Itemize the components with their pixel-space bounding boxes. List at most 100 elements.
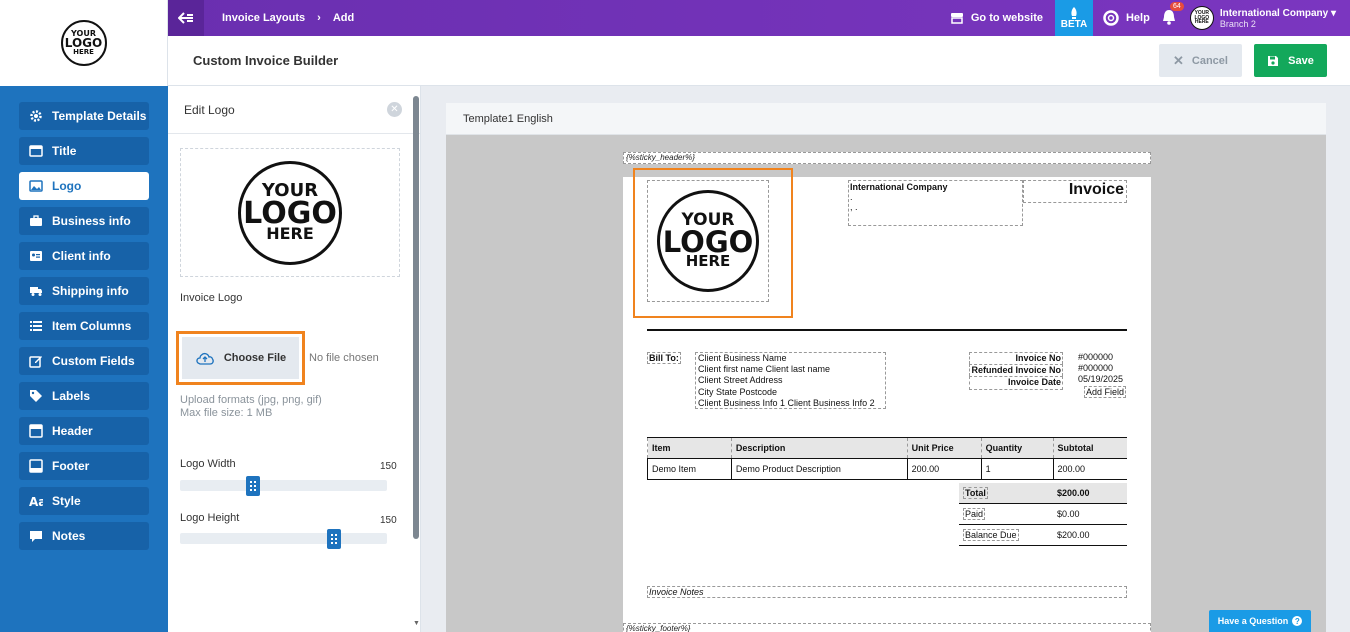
sticky-footer-placeholder[interactable]: {%sticky_footer%} xyxy=(623,623,1151,632)
totals-label[interactable]: Total xyxy=(959,487,1057,499)
save-button[interactable]: Save xyxy=(1254,44,1327,77)
invoice-meta-labels[interactable]: Invoice No Refunded Invoice No Invoice Dat… xyxy=(969,352,1063,390)
logo-width-slider[interactable] xyxy=(180,476,387,496)
close-panel-icon[interactable]: ✕ xyxy=(387,102,402,117)
logo-height-handle[interactable] xyxy=(326,529,341,549)
notification-count: 64 xyxy=(1170,1,1184,11)
meta-label[interactable]: Invoice No xyxy=(969,352,1063,365)
brand-logo-area[interactable]: YOUR LOGO HERE xyxy=(0,0,168,86)
column-header-quantity[interactable]: Quantity xyxy=(980,437,1054,459)
sidebar-item-style[interactable]: Aa Style xyxy=(19,487,149,515)
column-header-description[interactable]: Description xyxy=(730,437,908,459)
table-row: Demo Item Demo Product Description 200.00 1… xyxy=(647,458,1127,480)
invoice-logo[interactable]: YOUR LOGO HERE xyxy=(647,180,769,302)
no-file-text: No file chosen xyxy=(309,352,379,364)
totals-label[interactable]: Balance Due xyxy=(959,529,1057,541)
sidebar-item-business-info[interactable]: Business info xyxy=(19,207,149,235)
totals-value: $0.00 xyxy=(1057,509,1080,519)
logo-height-value: 150 xyxy=(380,515,397,526)
logo-preview: YOUR LOGO HERE xyxy=(180,148,400,277)
bill-to-label[interactable]: Bill To: xyxy=(647,352,681,364)
go-to-website-link[interactable]: Go to website xyxy=(950,12,1043,24)
sidebar-item-logo[interactable]: Logo xyxy=(19,172,149,200)
choose-file-button[interactable]: Choose File xyxy=(182,337,299,379)
bell-icon xyxy=(1162,9,1175,25)
sidebar-item-label: Business info xyxy=(52,214,131,228)
sidebar-item-header[interactable]: Header xyxy=(19,417,149,445)
sidebar-item-label: Item Columns xyxy=(52,319,132,333)
sidebar-item-shipping-info[interactable]: Shipping info xyxy=(19,277,149,305)
question-icon: ? xyxy=(1292,616,1303,626)
totals-block: Total $200.00 Paid $0.00 Balance Due $200.00 xyxy=(959,483,1127,546)
logo-height-label: Logo Height xyxy=(180,512,240,524)
company-switcher[interactable]: YOUR LOGO HERE International Company ▾ B… xyxy=(1189,6,1336,30)
beta-badge[interactable]: BETA xyxy=(1054,0,1093,36)
invoice-notes[interactable]: Invoice Notes xyxy=(647,586,1127,598)
back-arrow-icon xyxy=(178,12,193,24)
table-cell: Demo Product Description xyxy=(730,458,908,480)
meta-label[interactable]: Invoice Date xyxy=(969,376,1063,390)
template-name: Template1 English xyxy=(446,103,1326,135)
back-button[interactable] xyxy=(168,0,204,36)
sidebar-item-label: Style xyxy=(52,494,81,508)
column-header-item[interactable]: Item xyxy=(647,437,732,459)
invoice-paper: YOUR LOGO HERE International Company . ,… xyxy=(623,168,1151,632)
rocket-icon xyxy=(1071,6,1077,19)
notifications-button[interactable]: 64 xyxy=(1162,1,1184,28)
scroll-down-icon[interactable]: ▼ xyxy=(413,620,420,627)
table-cell: 200.00 xyxy=(1052,458,1127,480)
sticky-header-placeholder[interactable]: {%sticky_header%} xyxy=(623,152,1151,164)
invoice-logo-image: YOUR LOGO HERE xyxy=(657,190,759,292)
panel-scrollbar[interactable] xyxy=(413,96,419,539)
lifebuoy-icon xyxy=(1103,10,1119,26)
invoice-preview: Template1 English {%sticky_header%} YOUR… xyxy=(446,103,1326,632)
page-header: Custom Invoice Builder ✕ Cancel Save xyxy=(168,36,1350,86)
invoice-title[interactable]: Invoice xyxy=(1023,180,1127,203)
sidebar-item-client-info[interactable]: Client info xyxy=(19,242,149,270)
edit-logo-panel: Edit Logo ✕ YOUR LOGO HERE Invoice Logo … xyxy=(168,86,421,632)
client-line: City State Postcode xyxy=(698,386,778,397)
company-name: International Company ▾ xyxy=(1219,7,1336,19)
sidebar-item-label: Footer xyxy=(52,459,90,473)
header-icon xyxy=(28,424,44,438)
cancel-button[interactable]: ✕ Cancel xyxy=(1159,44,1242,77)
column-header-subtotal[interactable]: Subtotal xyxy=(1052,437,1127,459)
invoice-business-info[interactable]: International Company . , . xyxy=(848,180,1023,226)
have-a-question-button[interactable]: Have a Question ? xyxy=(1209,610,1311,632)
sidebar-item-label: Logo xyxy=(52,179,82,193)
choose-file-highlight: Choose File xyxy=(176,331,305,385)
edit-panel-title: Edit Logo xyxy=(168,86,420,134)
sidebar-item-labels[interactable]: Labels xyxy=(19,382,149,410)
totals-row: Total $200.00 xyxy=(959,483,1127,504)
logo-width-handle[interactable] xyxy=(245,476,260,496)
sidebar-item-footer[interactable]: Footer xyxy=(19,452,149,480)
upload-hint: Upload formats (jpg, png, gif) Max file … xyxy=(180,394,322,419)
client-line: Client Business Name xyxy=(698,353,787,363)
add-field-link[interactable]: Add Field xyxy=(1084,386,1127,398)
client-info[interactable]: Client Business Name Client first name Cl… xyxy=(695,352,886,409)
sidebar-item-item-columns[interactable]: Item Columns xyxy=(19,312,149,340)
meta-value: #000000 xyxy=(1078,363,1114,374)
meta-value: 05/19/2025 xyxy=(1078,374,1124,385)
column-header-unit-price[interactable]: Unit Price xyxy=(906,437,982,459)
breadcrumb-invoice-layouts[interactable]: Invoice Layouts xyxy=(222,12,305,24)
logo-width-value: 150 xyxy=(380,461,397,472)
logo-height-slider[interactable] xyxy=(180,529,387,549)
gear-icon xyxy=(28,109,44,123)
meta-label[interactable]: Refunded Invoice No xyxy=(969,364,1063,377)
store-icon xyxy=(950,13,963,24)
client-line: Client Business Info 1 Client Business I… xyxy=(698,397,875,408)
table-cell: Demo Item xyxy=(647,458,732,480)
svg-text:Aa: Aa xyxy=(29,495,43,508)
tag-icon xyxy=(28,389,44,403)
totals-label[interactable]: Paid xyxy=(959,508,1057,520)
totals-row: Balance Due $200.00 xyxy=(959,525,1127,546)
sidebar-item-notes[interactable]: Notes xyxy=(19,522,149,550)
sidebar-item-template-details[interactable]: Template Details xyxy=(19,102,149,130)
brand-logo: YOUR LOGO HERE xyxy=(60,20,107,66)
sidebar-item-title[interactable]: Title xyxy=(19,137,149,165)
sidebar-item-label: Template Details xyxy=(52,109,147,123)
sidebar-item-custom-fields[interactable]: Custom Fields xyxy=(19,347,149,375)
image-icon xyxy=(28,179,44,193)
help-link[interactable]: Help xyxy=(1103,10,1150,26)
